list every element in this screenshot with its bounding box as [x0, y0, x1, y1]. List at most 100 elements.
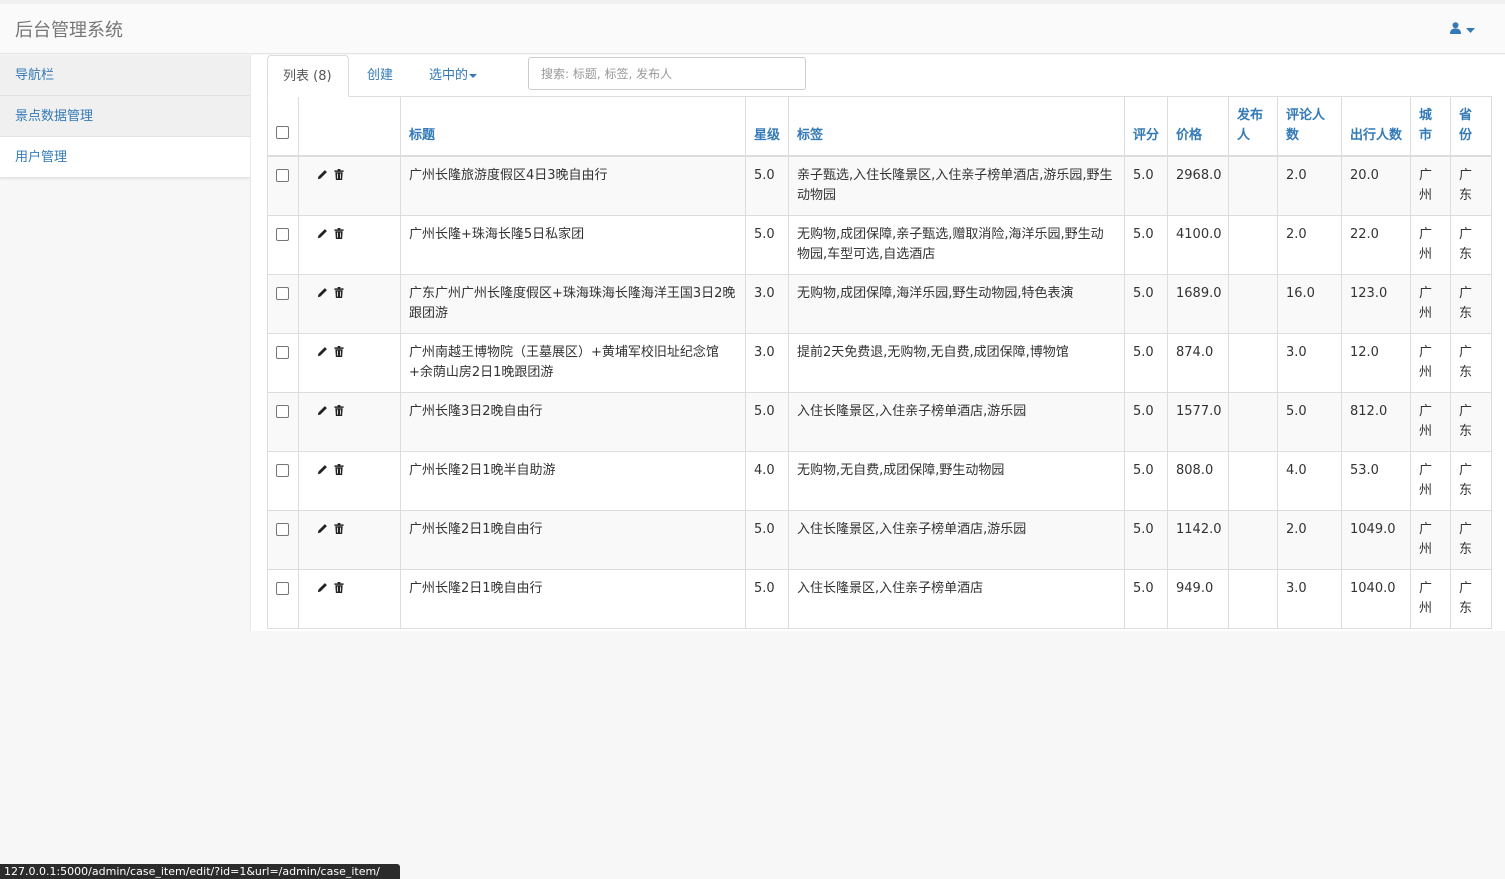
cell-reviewers: 4.0: [1277, 451, 1342, 511]
cell-province: 广东: [1450, 510, 1492, 570]
table-row[interactable]: 广州长隆3日2晚自由行 5.0 入住长隆景区,入住亲子榜单酒店,游乐园 5.0 1577…: [267, 392, 1492, 452]
row-actions-cell: [298, 451, 401, 511]
row-checkbox[interactable]: [276, 346, 289, 359]
sidebar: 导航栏 景点数据管理 用户管理: [0, 55, 250, 178]
cell-publisher: [1228, 333, 1278, 393]
row-checkbox[interactable]: [276, 287, 289, 300]
cell-province: 广东: [1450, 274, 1492, 334]
edit-pencil-icon[interactable]: [317, 523, 328, 534]
cell-price: 1577.0: [1167, 392, 1229, 452]
cell-title: 广州长隆2日1晚自由行: [400, 510, 746, 570]
edit-pencil-icon[interactable]: [317, 582, 328, 593]
column-header-stars[interactable]: 星级: [745, 96, 789, 157]
user-icon: [1450, 22, 1461, 38]
tab-list[interactable]: 列表 (8): [267, 55, 349, 97]
delete-trash-icon[interactable]: [334, 464, 344, 475]
delete-trash-icon[interactable]: [334, 582, 344, 593]
sidebar-item-users[interactable]: 用户管理: [0, 137, 250, 178]
delete-trash-icon[interactable]: [334, 346, 344, 357]
cell-price: 949.0: [1167, 569, 1229, 629]
cell-publisher: [1228, 215, 1278, 275]
sidebar-item-attractions[interactable]: 景点数据管理: [0, 96, 250, 137]
select-all-cell: [267, 96, 299, 157]
cell-stars: 3.0: [745, 274, 789, 334]
column-header-title[interactable]: 标题: [400, 96, 746, 157]
cell-city: 广州: [1410, 392, 1451, 452]
cell-price: 1142.0: [1167, 510, 1229, 570]
cell-travelers: 20.0: [1341, 155, 1411, 216]
column-header-score[interactable]: 评分: [1124, 96, 1168, 157]
cell-publisher: [1228, 451, 1278, 511]
cell-stars: 5.0: [745, 569, 789, 629]
cell-title: 广东广州广州长隆度假区+珠海珠海长隆海洋王国3日2晚跟团游: [400, 274, 746, 334]
row-actions-cell: [298, 510, 401, 570]
row-checkbox[interactable]: [276, 464, 289, 477]
delete-trash-icon[interactable]: [334, 523, 344, 534]
edit-pencil-icon[interactable]: [317, 169, 328, 180]
column-header-publisher[interactable]: 发布人: [1228, 96, 1278, 157]
table-row[interactable]: 广州长隆2日1晚自由行 5.0 入住长隆景区,入住亲子榜单酒店 5.0 949.0 3.0…: [267, 569, 1492, 629]
row-checkbox[interactable]: [276, 523, 289, 536]
column-header-travelers[interactable]: 出行人数: [1341, 96, 1411, 157]
column-header-province[interactable]: 省份: [1450, 96, 1492, 157]
cell-score: 5.0: [1124, 569, 1168, 629]
cell-stars: 3.0: [745, 333, 789, 393]
row-actions-cell: [298, 392, 401, 452]
cell-tags: 入住长隆景区,入住亲子榜单酒店,游乐园: [788, 392, 1125, 452]
table-row[interactable]: 广州长隆旅游度假区4日3晚自由行 5.0 亲子甄选,入住长隆景区,入住亲子榜单酒店,…: [267, 155, 1492, 216]
cell-travelers: 12.0: [1341, 333, 1411, 393]
cell-reviewers: 2.0: [1277, 510, 1342, 570]
table-row[interactable]: 广州长隆+珠海长隆5日私家团 5.0 无购物,成团保障,亲子甄选,赠取消险,海洋乐园…: [267, 215, 1492, 275]
row-select-cell: [267, 510, 299, 570]
table-row[interactable]: 广东广州广州长隆度假区+珠海珠海长隆海洋王国3日2晚跟团游 3.0 无购物,成团保障…: [267, 274, 1492, 334]
cell-city: 广州: [1410, 569, 1451, 629]
row-checkbox[interactable]: [276, 169, 289, 182]
tab-selected-label: 选中的: [429, 68, 469, 83]
cell-reviewers: 3.0: [1277, 569, 1342, 629]
cell-price: 808.0: [1167, 451, 1229, 511]
select-all-checkbox[interactable]: [276, 126, 289, 139]
delete-trash-icon[interactable]: [334, 169, 344, 180]
app-title[interactable]: 后台管理系统: [15, 16, 123, 42]
edit-pencil-icon[interactable]: [317, 346, 328, 357]
table-row[interactable]: 广州长隆2日1晚半自助游 4.0 无购物,无自费,成团保障,野生动物园 5.0 808.…: [267, 451, 1492, 511]
top-navbar: 后台管理系统: [0, 0, 1505, 54]
cell-score: 5.0: [1124, 510, 1168, 570]
tab-selected-dropdown[interactable]: 选中的: [414, 55, 492, 97]
cell-reviewers: 16.0: [1277, 274, 1342, 334]
cell-tags: 提前2天免费退,无购物,无自费,成团保障,博物馆: [788, 333, 1125, 393]
search-input[interactable]: [528, 57, 806, 90]
row-select-cell: [267, 215, 299, 275]
table-row[interactable]: 广州长隆2日1晚自由行 5.0 入住长隆景区,入住亲子榜单酒店,游乐园 5.0 1142…: [267, 510, 1492, 570]
column-header-city[interactable]: 城市: [1410, 96, 1451, 157]
edit-pencil-icon[interactable]: [317, 228, 328, 239]
cell-publisher: [1228, 510, 1278, 570]
row-select-cell: [267, 155, 299, 216]
user-menu-toggle[interactable]: [1450, 22, 1475, 38]
row-checkbox[interactable]: [276, 405, 289, 418]
delete-trash-icon[interactable]: [334, 405, 344, 416]
edit-pencil-icon[interactable]: [317, 464, 328, 475]
cell-price: 874.0: [1167, 333, 1229, 393]
row-checkbox[interactable]: [276, 582, 289, 595]
row-checkbox[interactable]: [276, 228, 289, 241]
column-header-tags[interactable]: 标签: [788, 96, 1125, 157]
sidebar-item-nav[interactable]: 导航栏: [0, 55, 250, 96]
actions-header: [298, 96, 401, 157]
row-select-cell: [267, 451, 299, 511]
cell-travelers: 1040.0: [1341, 569, 1411, 629]
tab-create[interactable]: 创建: [352, 55, 408, 97]
cell-travelers: 812.0: [1341, 392, 1411, 452]
table-row[interactable]: 广州南越王博物院（王墓展区）+黄埔军校旧址纪念馆+余荫山房2日1晚跟团游 3.0 提…: [267, 333, 1492, 393]
column-header-price[interactable]: 价格: [1167, 96, 1229, 157]
row-actions-cell: [298, 569, 401, 629]
row-actions-cell: [298, 274, 401, 334]
column-header-reviewers[interactable]: 评论人数: [1277, 96, 1342, 157]
row-select-cell: [267, 333, 299, 393]
edit-pencil-icon[interactable]: [317, 405, 328, 416]
delete-trash-icon[interactable]: [334, 228, 344, 239]
edit-pencil-icon[interactable]: [317, 287, 328, 298]
cell-publisher: [1228, 155, 1278, 216]
delete-trash-icon[interactable]: [334, 287, 344, 298]
cell-city: 广州: [1410, 510, 1451, 570]
